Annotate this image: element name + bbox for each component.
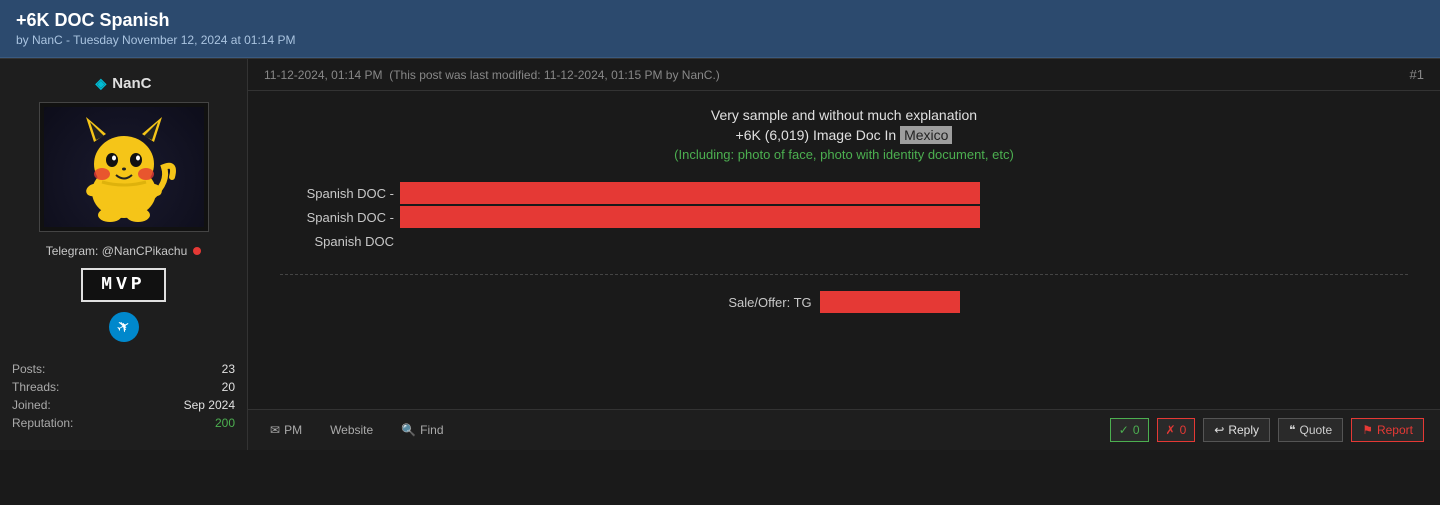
doc-label-1: Spanish DOC - (280, 186, 400, 201)
stat-posts: Posts: 23 (12, 362, 235, 376)
post-body: Very sample and without much explanation… (248, 91, 1440, 409)
section-divider (280, 274, 1408, 275)
mexico-highlight: Mexico (900, 126, 952, 144)
doc-fields: Spanish DOC - Spanish DOC - Spanish DOC (280, 182, 1408, 254)
user-stats: Posts: 23 Threads: 20 Joined: Sep 2024 R… (12, 362, 235, 434)
page-header: +6K DOC Spanish by NanC - Tuesday Novemb… (0, 0, 1440, 58)
downvote-button[interactable]: ✗ 0 (1157, 418, 1196, 442)
flag-icon: ⚑ (1362, 423, 1373, 437)
doc-redacted-2 (400, 206, 980, 228)
diamond-icon: ◈ (96, 75, 107, 92)
post-number: #1 (1410, 67, 1424, 82)
reply-button[interactable]: ↩ Reply (1203, 418, 1270, 442)
pm-button[interactable]: ✉ PM (264, 419, 308, 441)
sale-redacted (820, 291, 960, 313)
post-line2: +6K (6,019) Image Doc In Mexico (280, 127, 1408, 143)
post-content: 11-12-2024, 01:14 PM (This post was last… (248, 59, 1440, 450)
username: ◈ NanC (96, 75, 152, 92)
footer-right-actions: ✓ 0 ✗ 0 ↩ Reply ❝ Quote ⚑ Report (1110, 418, 1424, 442)
avatar (39, 102, 209, 232)
sale-offer-line: Sale/Offer: TG (280, 291, 1408, 313)
post-container: ◈ NanC (0, 58, 1440, 450)
doc-label-3: Spanish DOC (280, 234, 400, 249)
x-icon: ✗ (1166, 423, 1176, 437)
website-button[interactable]: Website (324, 419, 379, 441)
footer-left-actions: ✉ PM Website 🔍 Find (264, 419, 450, 441)
reply-icon: ↩ (1214, 423, 1224, 437)
doc-redacted-1 (400, 182, 980, 204)
thread-meta: by NanC - Tuesday November 12, 2024 at 0… (16, 33, 1424, 47)
quote-button[interactable]: ❝ Quote (1278, 418, 1343, 442)
report-button[interactable]: ⚑ Report (1351, 418, 1424, 442)
pm-icon: ✉ (270, 423, 280, 437)
avatar-image (44, 107, 204, 227)
user-sidebar: ◈ NanC (0, 59, 248, 450)
post-footer: ✉ PM Website 🔍 Find ✓ 0 ✗ 0 (248, 409, 1440, 450)
doc-label-2: Spanish DOC - (280, 210, 400, 225)
doc-row-3: Spanish DOC (280, 230, 1408, 252)
telegram-icon[interactable] (109, 312, 139, 342)
stat-joined: Joined: Sep 2024 (12, 398, 235, 412)
post-meta-bar: 11-12-2024, 01:14 PM (This post was last… (248, 59, 1440, 91)
doc-row-2: Spanish DOC - (280, 206, 1408, 228)
quote-icon: ❝ (1289, 423, 1295, 437)
thread-title: +6K DOC Spanish (16, 10, 1424, 31)
telegram-info: Telegram: @NanCPikachu (46, 244, 202, 258)
sale-label: Sale/Offer: TG (728, 295, 811, 310)
post-timestamp: 11-12-2024, 01:14 PM (This post was last… (264, 68, 720, 82)
doc-row-1: Spanish DOC - (280, 182, 1408, 204)
post-line1: Very sample and without much explanation (280, 107, 1408, 123)
stat-reputation: Reputation: 200 (12, 416, 235, 430)
mvp-badge: MVP (81, 268, 165, 302)
post-green-description: (Including: photo of face, photo with id… (280, 147, 1408, 162)
stat-threads: Threads: 20 (12, 380, 235, 394)
upvote-button[interactable]: ✓ 0 (1110, 418, 1149, 442)
checkmark-icon: ✓ (1119, 423, 1129, 437)
find-button[interactable]: 🔍 Find (395, 419, 449, 441)
online-indicator (193, 247, 201, 255)
find-icon: 🔍 (401, 423, 416, 437)
